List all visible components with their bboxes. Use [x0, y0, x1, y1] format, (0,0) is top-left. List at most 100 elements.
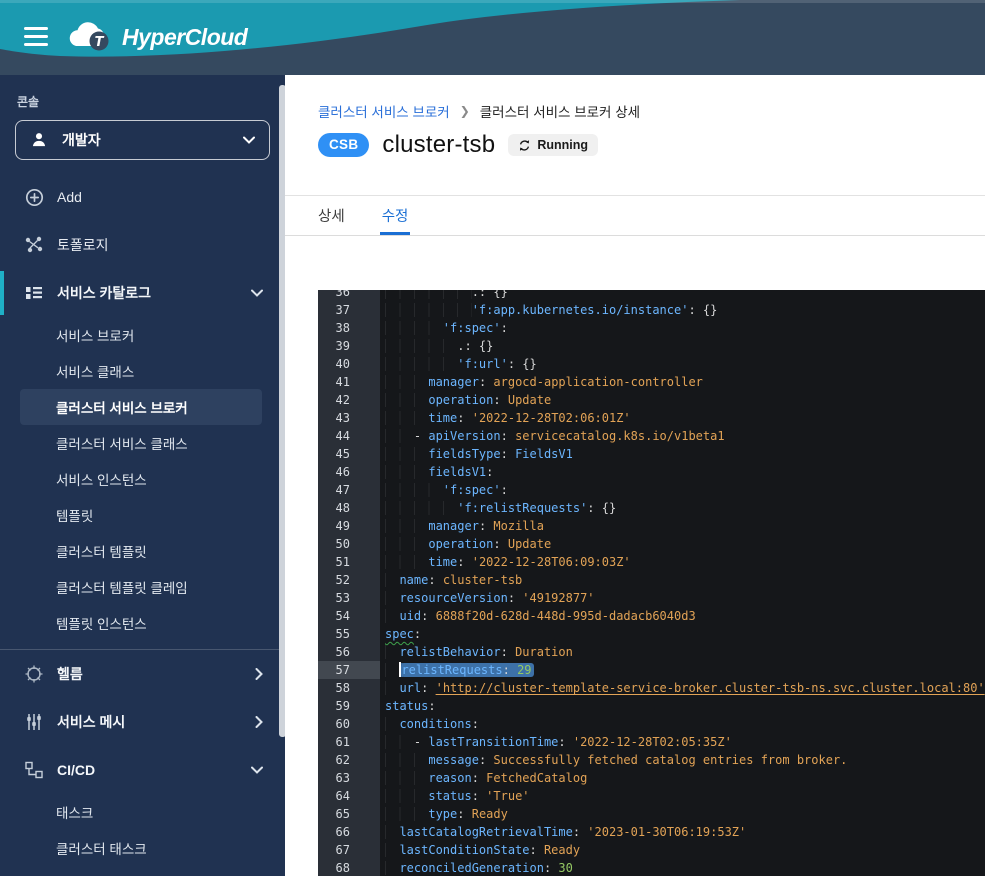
code-lines: 36 .: {}37 'f:app.kubernetes.io/instance…: [318, 290, 985, 876]
sidebar-item-topology[interactable]: 토폴로지: [0, 221, 285, 269]
sidebar-section-service-catalog[interactable]: 서비스 카탈로그: [0, 269, 285, 317]
section-label: CI/CD: [57, 762, 95, 778]
line-number: 57: [318, 661, 380, 679]
line-number: 67: [318, 841, 380, 859]
line-number: 43: [318, 409, 380, 427]
code-line[interactable]: 56 relistBehavior: Duration: [318, 643, 985, 661]
code-line[interactable]: 65 type: Ready: [318, 805, 985, 823]
sidebar-item-label: 토폴로지: [57, 235, 109, 255]
chevron-down-icon: [243, 136, 255, 144]
hamburger-menu-icon[interactable]: [24, 27, 48, 47]
perspective-dropdown[interactable]: 개발자: [15, 120, 270, 160]
code-line[interactable]: 52 name: cluster-tsb: [318, 571, 985, 589]
code-line[interactable]: 39 .: {}: [318, 337, 985, 355]
status-badge: Running: [508, 134, 598, 156]
sidebar-item-cluster-service-class[interactable]: 클러스터 서비스 클래스: [0, 425, 285, 461]
tab-edit-active[interactable]: 수정: [382, 196, 409, 235]
line-number: 53: [318, 589, 380, 607]
service-mesh-icon: [24, 712, 44, 732]
page-title: cluster-tsb: [382, 131, 495, 159]
line-number: 61: [318, 733, 380, 751]
code-line[interactable]: 49 manager: Mozilla: [318, 517, 985, 535]
code-line[interactable]: 50 operation: Update: [318, 535, 985, 553]
sidebar-item-label: 클러스터 서비스 클래스: [56, 433, 188, 453]
code-line[interactable]: 60 conditions:: [318, 715, 985, 733]
sidebar-item-template-instance[interactable]: 템플릿 인스턴스: [0, 605, 285, 641]
code-line[interactable]: 41 manager: argocd-application-controlle…: [318, 373, 985, 391]
line-number: 39: [318, 337, 380, 355]
code-line[interactable]: 54 uid: 6888f20d-628d-448d-995d-dadacb60…: [318, 607, 985, 625]
line-number: 42: [318, 391, 380, 409]
sidebar-section-service-mesh[interactable]: 서비스 메시: [0, 698, 285, 746]
code-line[interactable]: 48 'f:relistRequests': {}: [318, 499, 985, 517]
sidebar-item-add[interactable]: Add: [0, 173, 285, 221]
code-line[interactable]: 40 'f:url': {}: [318, 355, 985, 373]
line-number: 51: [318, 553, 380, 571]
tab-label: 수정: [382, 205, 409, 226]
code-line[interactable]: 68 reconciledGeneration: 30: [318, 859, 985, 876]
sidebar-item-cluster-task[interactable]: 클러스터 태스크: [0, 830, 285, 866]
code-line[interactable]: 57 relistRequests: 29: [318, 661, 985, 679]
sidebar-item-label: 서비스 인스턴스: [56, 469, 147, 489]
sidebar-item-cluster-service-broker-active[interactable]: 클러스터 서비스 브로커: [20, 389, 262, 425]
line-number: 38: [318, 319, 380, 337]
sidebar-item-template[interactable]: 템플릿: [0, 497, 285, 533]
sidebar-item-service-instance[interactable]: 서비스 인스턴스: [0, 461, 285, 497]
sidebar-item-service-broker[interactable]: 서비스 브로커: [0, 317, 285, 353]
sidebar-item-label: 클러스터 서비스 브로커: [56, 397, 188, 417]
code-line[interactable]: 63 reason: FetchedCatalog: [318, 769, 985, 787]
code-line[interactable]: 46 fieldsV1:: [318, 463, 985, 481]
sidebar-item-task[interactable]: 태스크: [0, 794, 285, 830]
code-line[interactable]: 61 - lastTransitionTime: '2022-12-28T02:…: [318, 733, 985, 751]
code-line[interactable]: 36 .: {}: [318, 290, 985, 301]
status-label: Running: [537, 138, 588, 152]
code-line[interactable]: 62 message: Successfully fetched catalog…: [318, 751, 985, 769]
sidebar-item-label: 클러스터 태스크: [56, 838, 147, 858]
sidebar-item-cluster-template[interactable]: 클러스터 템플릿: [0, 533, 285, 569]
cloud-logo-icon: T: [66, 20, 114, 54]
code-line[interactable]: 55spec:: [318, 625, 985, 643]
code-line[interactable]: 66 lastCatalogRetrievalTime: '2023-01-30…: [318, 823, 985, 841]
code-line[interactable]: 67 lastConditionState: Ready: [318, 841, 985, 859]
developer-icon: [30, 131, 48, 149]
sidebar-section-cicd[interactable]: CI/CD: [0, 746, 285, 794]
code-line[interactable]: 38 'f:spec':: [318, 319, 985, 337]
tab-bar: 상세 수정: [285, 195, 985, 236]
code-line[interactable]: 37 'f:app.kubernetes.io/instance': {}: [318, 301, 985, 319]
code-line[interactable]: 64 status: 'True': [318, 787, 985, 805]
code-line[interactable]: 42 operation: Update: [318, 391, 985, 409]
code-line[interactable]: 45 fieldsType: FieldsV1: [318, 445, 985, 463]
sidebar-item-cluster-template-claim[interactable]: 클러스터 템플릿 클레임: [0, 569, 285, 605]
sidebar-item-label: 서비스 클래스: [56, 361, 134, 381]
line-number: 48: [318, 499, 380, 517]
sidebar-item-label: Add: [57, 189, 82, 205]
section-label: 서비스 메시: [57, 712, 125, 732]
line-number: 63: [318, 769, 380, 787]
yaml-code-editor[interactable]: 36 .: {}37 'f:app.kubernetes.io/instance…: [318, 290, 985, 876]
line-number: 40: [318, 355, 380, 373]
line-number: 68: [318, 859, 380, 876]
line-number: 46: [318, 463, 380, 481]
chevron-down-icon: [251, 289, 263, 297]
header-top-strip: [0, 0, 985, 3]
hypercloud-logo[interactable]: T HyperCloud: [66, 20, 247, 54]
line-number: 36: [318, 290, 380, 301]
line-number: 41: [318, 373, 380, 391]
sidebar-item-service-class[interactable]: 서비스 클래스: [0, 353, 285, 389]
breadcrumb-link-cluster-service-broker[interactable]: 클러스터 서비스 브로커: [318, 101, 450, 121]
line-number: 55: [318, 625, 380, 643]
code-line[interactable]: 59status:: [318, 697, 985, 715]
sidebar-section-helm[interactable]: 헬름: [0, 650, 285, 698]
sidebar-item-label: 서비스 브로커: [56, 325, 134, 345]
code-line[interactable]: 51 time: '2022-12-28T06:09:03Z': [318, 553, 985, 571]
code-line[interactable]: 44 - apiVersion: servicecatalog.k8s.io/v…: [318, 427, 985, 445]
code-line[interactable]: 43 time: '2022-12-28T02:06:01Z': [318, 409, 985, 427]
code-line[interactable]: 47 'f:spec':: [318, 481, 985, 499]
tab-detail[interactable]: 상세: [318, 196, 345, 235]
chevron-right-icon: [255, 668, 263, 680]
sidebar-item-task-run[interactable]: 태스크 런: [0, 866, 285, 876]
sidebar-item-label: 클러스터 템플릿: [56, 541, 147, 561]
code-line[interactable]: 58 url: 'http://cluster-template-service…: [318, 679, 985, 697]
line-number: 65: [318, 805, 380, 823]
code-line[interactable]: 53 resourceVersion: '49192877': [318, 589, 985, 607]
